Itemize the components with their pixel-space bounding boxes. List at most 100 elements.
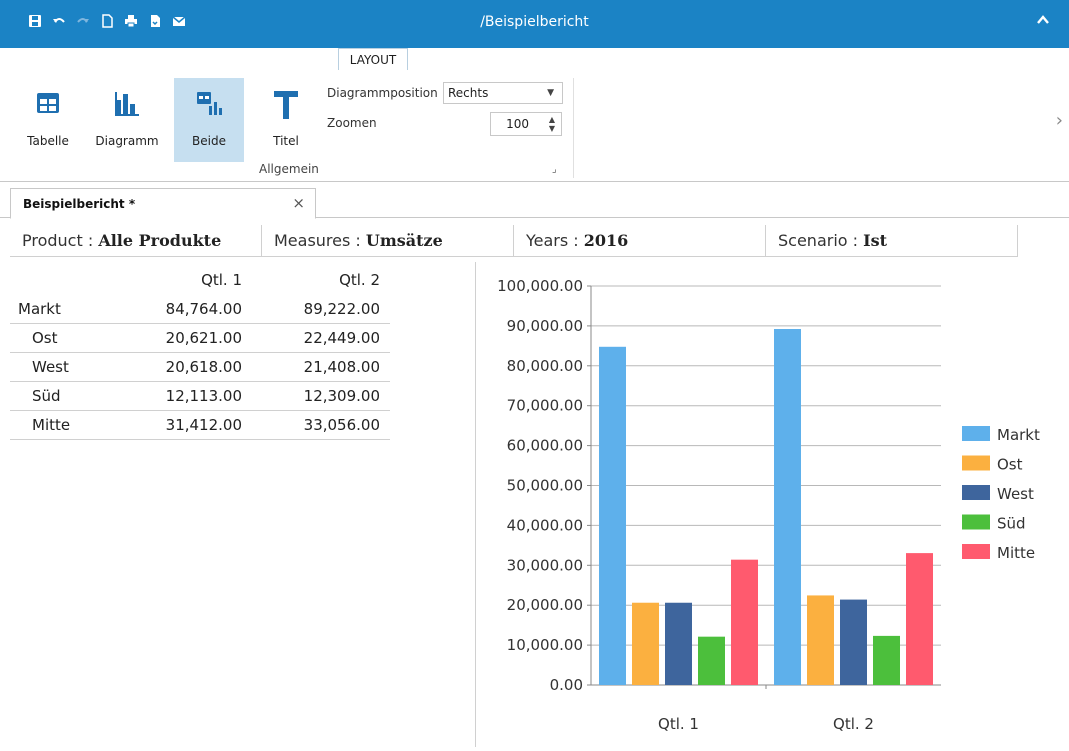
tab-layout[interactable]: LAYOUT <box>338 48 408 70</box>
bar[interactable] <box>632 602 659 685</box>
column-header[interactable]: Qtl. 2 <box>339 266 380 295</box>
grid-cell[interactable]: 33,056.00 <box>304 411 380 440</box>
bar[interactable] <box>774 329 801 685</box>
y-tick-label: 60,000.00 <box>507 437 583 455</box>
row-header[interactable]: Süd <box>32 382 61 411</box>
pov-separator: : <box>82 231 99 250</box>
row-header[interactable]: Ost <box>32 324 58 353</box>
bar-chart-icon <box>113 90 141 119</box>
document-tab[interactable]: Beispielbericht * × <box>10 188 316 219</box>
row-header[interactable]: Markt <box>18 295 61 324</box>
both-button[interactable]: Beide <box>174 78 244 162</box>
legend-swatch <box>962 544 990 559</box>
chart-button-label: Diagramm <box>95 134 159 148</box>
chart-position-label: Diagrammposition <box>327 86 438 100</box>
grid-cell[interactable]: 12,113.00 <box>166 382 242 411</box>
chart-button[interactable]: Diagramm <box>92 78 162 162</box>
legend-swatch <box>962 485 990 500</box>
bar[interactable] <box>599 346 626 685</box>
bar[interactable] <box>731 559 758 685</box>
chart-position-value: Rechts <box>448 86 489 100</box>
chart-canvas: 0.00 10,000.00 20,000.00 30,000.00 40,000.00… <box>497 277 1040 733</box>
column-header[interactable]: Qtl. 1 <box>201 266 242 295</box>
group-separator <box>573 78 574 178</box>
table-button[interactable]: Tabelle <box>18 78 78 162</box>
y-tick-label: 0.00 <box>550 676 583 694</box>
tab-kommentare[interactable]: KOMMENTARE <box>636 48 740 70</box>
pov-separator: : <box>568 231 584 250</box>
window-title: /Beispielbericht <box>480 14 589 30</box>
tab-ansicht[interactable]: ANSICHT <box>34 48 104 70</box>
legend-label: Mitte <box>997 544 1035 562</box>
pov-member: Ist <box>863 231 888 250</box>
title-button-label: Titel <box>273 134 299 148</box>
title-icon <box>273 90 299 123</box>
bar[interactable] <box>698 636 725 685</box>
row-header[interactable]: Mitte <box>32 411 70 440</box>
grid-row: Markt 84,764.00 89,222.00 <box>10 295 390 324</box>
legend-label: Süd <box>997 515 1026 533</box>
legend-label: West <box>997 485 1034 503</box>
chart-position-select[interactable]: Rechts ▼ <box>443 82 563 104</box>
bar[interactable] <box>906 553 933 685</box>
grid-cell[interactable]: 12,309.00 <box>304 382 380 411</box>
grid-cell[interactable]: 22,449.00 <box>304 324 380 353</box>
zoom-value: 100 <box>506 117 529 131</box>
legend-swatch <box>962 426 990 441</box>
tab-element[interactable]: ELEMENT <box>250 48 318 70</box>
zoom-label: Zoomen <box>327 116 377 130</box>
grid-cell[interactable]: 20,621.00 <box>166 324 242 353</box>
spin-arrows-icon[interactable]: ▲ ▼ <box>549 115 555 133</box>
bar[interactable] <box>873 635 900 685</box>
dialog-launcher-icon[interactable]: ⌟ <box>552 164 557 175</box>
title-button[interactable]: Titel <box>258 78 314 162</box>
bar[interactable] <box>807 595 834 685</box>
grid-cell[interactable]: 21,408.00 <box>304 353 380 382</box>
legend-swatch <box>962 514 990 530</box>
pov-measures[interactable]: Measures : Umsätze <box>262 225 514 257</box>
y-tick-label: 100,000.00 <box>497 277 583 295</box>
bar-chart: 0.00 10,000.00 20,000.00 30,000.00 40,000.00… <box>476 262 1069 747</box>
bar[interactable] <box>840 599 867 685</box>
close-icon[interactable]: × <box>292 194 305 212</box>
grid-cell[interactable]: 20,618.00 <box>166 353 242 382</box>
zoom-stepper[interactable]: 100 ▲ ▼ <box>490 112 562 136</box>
pov-years[interactable]: Years : 2016 <box>514 225 766 257</box>
x-tick-label: Qtl. 2 <box>833 715 874 733</box>
y-tick-label: 70,000.00 <box>507 397 583 415</box>
pov-scenario[interactable]: Scenario : Ist <box>766 225 1018 257</box>
grid-row: Mitte 31,412.00 33,056.00 <box>10 411 390 440</box>
document-tab-label: Beispielbericht * <box>23 197 136 211</box>
row-header[interactable]: West <box>32 353 69 382</box>
grid-cell[interactable]: 89,222.00 <box>304 295 380 324</box>
chevron-right-icon[interactable]: › <box>1056 110 1063 131</box>
pov-dimension: Years <box>526 231 569 250</box>
group-label: Allgemein <box>259 162 319 176</box>
title-bar: /Beispielbericht ANSICHT NAVIGATION ELEM… <box>0 0 1069 70</box>
legend-label: Ost <box>997 456 1023 474</box>
legend-label: Markt <box>997 426 1040 444</box>
tab-navigation[interactable]: NAVIGATION <box>138 48 230 70</box>
pov-dimension: Measures <box>274 231 351 250</box>
grid-cell[interactable]: 84,764.00 <box>166 295 242 324</box>
y-tick-label: 20,000.00 <box>507 596 583 614</box>
table-icon <box>35 90 61 119</box>
collapse-ribbon-icon[interactable] <box>1035 12 1051 28</box>
tab-verbindung[interactable]: VERBINDUNG <box>516 48 612 70</box>
pov-member: Alle Produkte <box>98 231 222 250</box>
x-tick-label: Qtl. 1 <box>658 715 699 733</box>
pov-product[interactable]: Product : Alle Produkte <box>10 225 262 257</box>
y-tick-label: 40,000.00 <box>507 516 583 534</box>
bar[interactable] <box>665 602 692 685</box>
grid-row: West 20,618.00 21,408.00 <box>10 353 390 382</box>
grid-row: Ost 20,621.00 22,449.00 <box>10 324 390 353</box>
pov-separator: : <box>350 231 366 250</box>
pov-dimension: Scenario <box>778 231 848 250</box>
pov-separator: : <box>847 231 864 250</box>
grid-cell[interactable]: 31,412.00 <box>166 411 242 440</box>
pov-member: Umsätze <box>365 231 443 250</box>
pov-member: 2016 <box>583 231 629 250</box>
tab-format[interactable]: FORMAT <box>426 48 490 70</box>
data-grid: Qtl. 1 Qtl. 2 Markt 84,764.00 89,222.00 … <box>10 266 390 440</box>
document-tab-bar: Beispielbericht * × <box>0 188 1069 219</box>
